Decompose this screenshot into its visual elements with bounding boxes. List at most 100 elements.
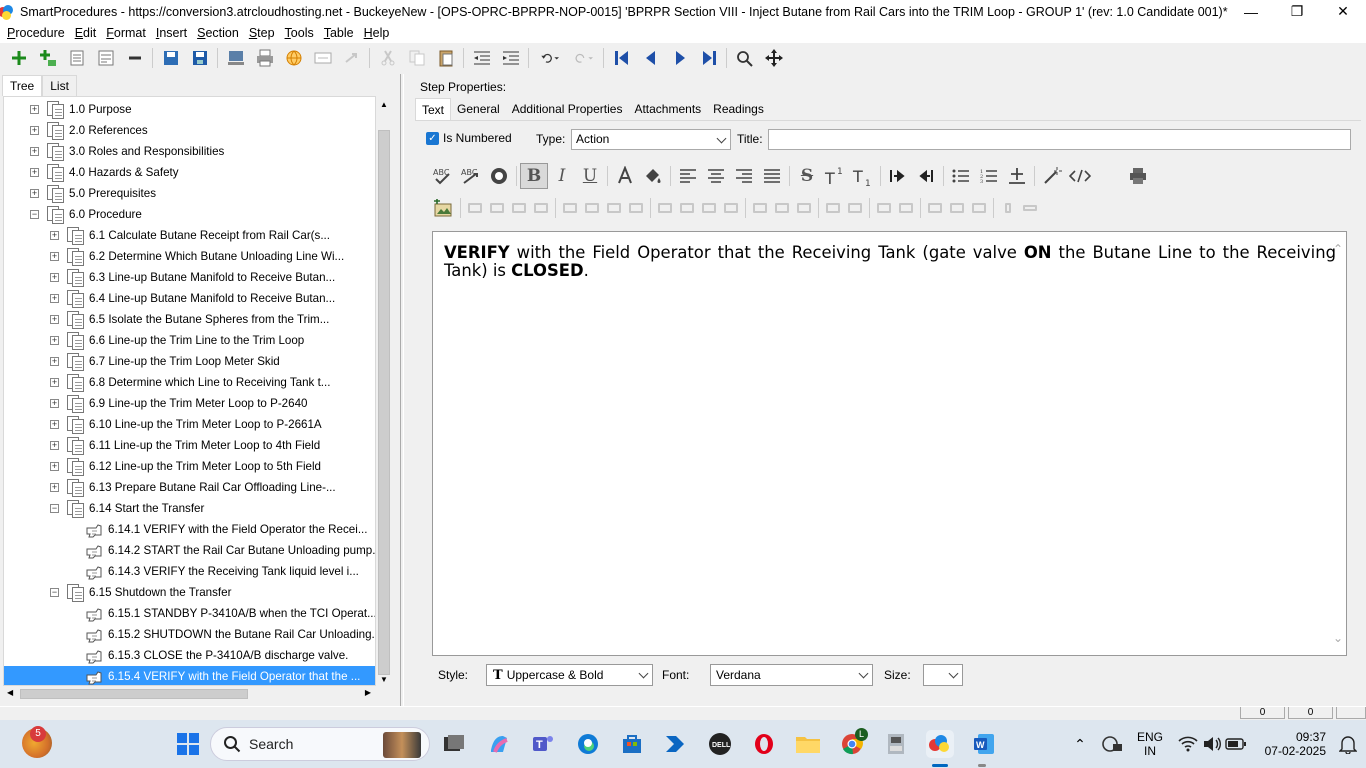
size-dropdown[interactable]	[923, 664, 963, 686]
expand-icon[interactable]: +	[50, 294, 59, 303]
title-input[interactable]	[768, 129, 1351, 150]
form-icon[interactable]	[308, 45, 337, 71]
task-view-icon[interactable]	[440, 730, 468, 758]
tree-node[interactable]: 6.14.3 VERIFY the Receiving Tank liquid …	[86, 561, 359, 582]
tree-node[interactable]: 6.11 Line-up the Trim Meter Loop to 4th …	[66, 435, 320, 456]
minimize-icon[interactable]: —	[1228, 0, 1274, 23]
italic-button[interactable]: I	[548, 163, 576, 189]
close-icon[interactable]: ✕	[1320, 0, 1366, 23]
tree-node[interactable]: 6.9 Line-up the Trim Meter Loop to P-264…	[66, 393, 307, 414]
tree-node[interactable]: 6.15.4 VERIFY with the Field Operator th…	[4, 666, 375, 685]
collapse-icon[interactable]: −	[50, 588, 59, 597]
tree-node[interactable]: 6.6 Line-up the Trim Line to the Trim Lo…	[66, 330, 304, 351]
strikethrough-button[interactable]: S	[793, 163, 821, 189]
tree-node[interactable]: 6.4 Line-up Butane Manifold to Receive B…	[66, 288, 335, 309]
teams-icon[interactable]: T	[529, 730, 557, 758]
step-text-editor[interactable]: VERIFY with the Field Operator that the …	[432, 231, 1347, 656]
menu-format[interactable]: Format	[101, 26, 151, 40]
clock[interactable]: 09:37 07-02-2025	[1256, 730, 1326, 758]
taskbar-search-box[interactable]: Search	[210, 727, 430, 761]
print-icon[interactable]	[250, 45, 279, 71]
print-preview-icon[interactable]	[1124, 163, 1152, 189]
expand-icon[interactable]: +	[50, 441, 59, 450]
save-icon[interactable]	[185, 45, 214, 71]
expand-icon[interactable]: +	[30, 126, 39, 135]
tree-node[interactable]: 4.0 Hazards & Safety	[46, 162, 179, 183]
expand-icon[interactable]: +	[30, 168, 39, 177]
previous-step-icon[interactable]	[636, 45, 665, 71]
expand-icon[interactable]: +	[50, 462, 59, 471]
publish-icon[interactable]	[221, 45, 250, 71]
align-right-icon[interactable]	[730, 163, 758, 189]
align-left-icon[interactable]	[674, 163, 702, 189]
expand-icon[interactable]: +	[50, 357, 59, 366]
notifications-bell-icon[interactable]	[1334, 730, 1362, 758]
tree-node[interactable]: 6.8 Determine which Line to Receiving Ta…	[66, 372, 330, 393]
tree-node[interactable]: 2.0 References	[46, 120, 148, 141]
tree-vertical-scrollbar[interactable]: ▲ ▼	[376, 96, 392, 686]
expand-icon[interactable]: +	[50, 315, 59, 324]
tree-node[interactable]: 6.14.2 START the Rail Car Butane Unloadi…	[86, 540, 375, 561]
next-step-icon[interactable]	[665, 45, 694, 71]
word-icon[interactable]: W	[970, 730, 998, 758]
menu-procedure[interactable]: Procedure	[2, 26, 70, 40]
expand-icon[interactable]: +	[30, 189, 39, 198]
tree-node[interactable]: 6.2 Determine Which Butane Unloading Lin…	[66, 246, 344, 267]
type-dropdown[interactable]: Action	[571, 129, 731, 150]
menu-tools[interactable]: Tools	[280, 26, 319, 40]
tab-additional-properties[interactable]: Additional Properties	[506, 98, 629, 120]
scroll-left-arrow-icon[interactable]: ◀	[7, 688, 13, 697]
font-dropdown[interactable]: Verdana	[710, 664, 873, 686]
tree-node[interactable]: 6.1 Calculate Butane Receipt from Rail C…	[66, 225, 330, 246]
bold-button[interactable]: B	[520, 163, 548, 189]
paste-icon[interactable]	[431, 45, 460, 71]
move-icon[interactable]	[759, 45, 788, 71]
tree-node[interactable]: 6.15.2 SHUTDOWN the Butane Rail Car Unlo…	[86, 624, 375, 645]
first-step-icon[interactable]	[607, 45, 636, 71]
tab-attachments[interactable]: Attachments	[628, 98, 707, 120]
justify-icon[interactable]	[758, 163, 786, 189]
tree-node[interactable]: 6.7 Line-up the Trim Loop Meter Skid	[66, 351, 280, 372]
collapse-icon[interactable]: −	[30, 210, 39, 219]
tree-node[interactable]: 6.14 Start the Transfer	[66, 498, 204, 519]
indent-icon[interactable]	[496, 45, 525, 71]
tree-node[interactable]: 6.13 Prepare Butane Rail Car Offloading …	[66, 477, 336, 498]
windows-start-icon[interactable]	[174, 730, 202, 758]
menu-insert[interactable]: Insert	[151, 26, 192, 40]
special-character-icon[interactable]	[485, 163, 513, 189]
edge-browser-icon[interactable]	[574, 730, 602, 758]
vertical-scroll-thumb[interactable]	[378, 130, 390, 675]
tree-node[interactable]: 6.5 Isolate the Butane Spheres from the …	[66, 309, 329, 330]
tab-tree[interactable]: Tree	[2, 75, 43, 96]
language-indicator[interactable]: ENG IN	[1136, 730, 1164, 758]
numbered-list-icon[interactable]: 123	[975, 163, 1003, 189]
tree-node[interactable]: 6.12 Line-up the Trim Meter Loop to 5th …	[66, 456, 321, 477]
battery-icon[interactable]	[1222, 730, 1250, 758]
add-child-icon[interactable]	[33, 45, 62, 71]
expand-icon[interactable]: +	[50, 420, 59, 429]
horizontal-scroll-thumb[interactable]	[20, 689, 248, 699]
copilot-icon[interactable]	[485, 730, 513, 758]
smartprocedures-taskbar-icon[interactable]	[926, 730, 954, 758]
spell-check-options-icon[interactable]: ABC	[457, 163, 485, 189]
expand-icon[interactable]: +	[50, 252, 59, 261]
outdent-icon[interactable]	[467, 45, 496, 71]
menu-section[interactable]: Section	[192, 26, 244, 40]
expand-icon[interactable]: +	[50, 231, 59, 240]
magic-wand-icon[interactable]	[1038, 163, 1066, 189]
collapse-icon[interactable]: −	[50, 504, 59, 513]
html-source-icon[interactable]	[1066, 163, 1094, 189]
insert-line-icon[interactable]	[1003, 163, 1031, 189]
bulleted-list-icon[interactable]	[947, 163, 975, 189]
dell-icon[interactable]: DELL	[706, 730, 734, 758]
delete-item-icon[interactable]	[120, 45, 149, 71]
menu-help[interactable]: Help	[359, 26, 395, 40]
superscript-button[interactable]: T1	[821, 163, 849, 189]
pane-splitter[interactable]	[400, 74, 404, 706]
show-hidden-icons-chevron-icon[interactable]: ⌃	[1066, 730, 1094, 758]
tree-node[interactable]: 1.0 Purpose	[46, 99, 132, 120]
tab-readings[interactable]: Readings	[707, 98, 770, 120]
scroll-right-arrow-icon[interactable]: ▶	[365, 688, 371, 697]
power-automate-icon[interactable]	[662, 730, 690, 758]
vpn-status-icon[interactable]	[1098, 730, 1126, 758]
